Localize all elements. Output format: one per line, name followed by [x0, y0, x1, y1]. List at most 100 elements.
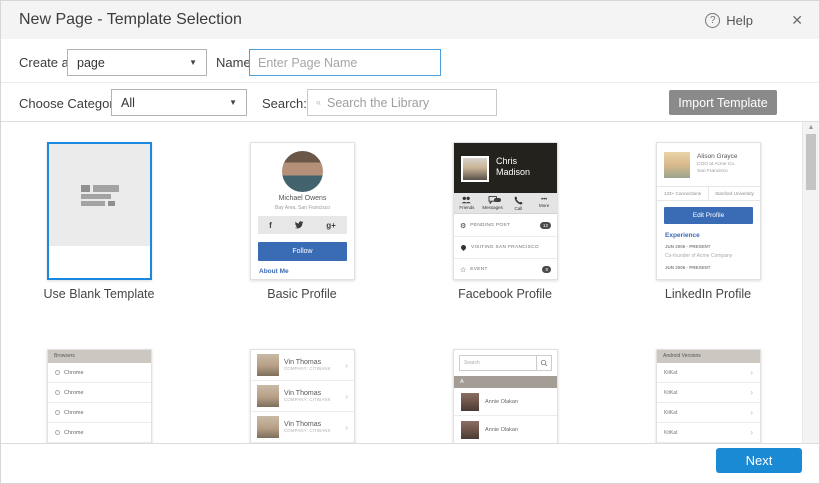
avatar: [257, 385, 279, 407]
facebook-action-bar: Friends Messages Call •••: [454, 193, 557, 214]
search-button: [536, 356, 551, 370]
chevron-right-icon: ›: [345, 423, 348, 432]
scrollbar-thumb[interactable]: [806, 134, 816, 190]
facebook-header: Chris Madison: [454, 143, 557, 193]
list-item: Vin Thomas COMPANY: CITIBANK ›: [251, 412, 354, 443]
template-grid: Use Blank Template Michael Owens Bay Are…: [1, 122, 803, 444]
list-item: Chrome: [48, 403, 151, 423]
list-item: Chrome: [48, 383, 151, 403]
list-item: Annie Olakan: [454, 416, 557, 444]
profile-name: Michael Owens: [251, 195, 354, 202]
chevron-right-icon: ›: [750, 388, 753, 397]
vertical-scrollbar[interactable]: ▲: [802, 122, 819, 444]
list-header: Browsers: [48, 350, 151, 363]
template-card-linkedin-profile[interactable]: Alison Grayce COO at Acme Co. San Franci…: [656, 142, 761, 280]
chevron-down-icon: ▼: [229, 98, 237, 107]
avatar: [461, 393, 479, 411]
linkedin-stats: 123+ Connections Stanford University: [657, 186, 760, 201]
import-template-button[interactable]: Import Template: [669, 90, 777, 115]
list-item: Vin Thomas COMPANY: CITIBANK ›: [251, 381, 354, 412]
list-item: Vin Thomas COMPANY: CITIBANK ›: [251, 350, 354, 381]
scroll-up-icon[interactable]: ▲: [803, 124, 819, 131]
choose-category-label: Choose Category:: [19, 96, 124, 111]
dialog-titlebar: New Page - Template Selection ? Help ✕: [1, 1, 819, 39]
list-item: KitKat ›: [657, 423, 760, 443]
text-lines-icon: [81, 183, 119, 208]
profile-subtitle: Bay Area, San Francisco: [251, 205, 354, 211]
avatar: [257, 354, 279, 376]
library-search-box: [307, 89, 497, 116]
social-bar: f g+: [258, 216, 347, 234]
search-icon: [316, 97, 321, 109]
search-icon: [540, 359, 548, 367]
more-icon: •••: [541, 198, 547, 202]
profile-title: COO at Acme Co.: [697, 162, 735, 167]
list-item: Chrome: [48, 363, 151, 383]
chevron-down-icon: ▼: [189, 58, 197, 67]
experience-heading: Experience: [665, 232, 700, 239]
template-card-basic-profile[interactable]: Michael Owens Bay Area, San Francisco f …: [250, 142, 355, 280]
twitter-icon: [294, 221, 304, 229]
edit-profile-button: Edit Profile: [664, 207, 753, 224]
chevron-right-icon: ›: [750, 368, 753, 377]
location-pin-icon: [460, 244, 467, 251]
avatar: [461, 156, 489, 182]
template-label-linkedin: LinkedIn Profile: [628, 287, 788, 301]
template-card-browsers[interactable]: Browsers Chrome Chrome Chrome Chrome: [47, 349, 152, 444]
event-row: ☆ EVENT 8: [454, 259, 557, 280]
next-button[interactable]: Next: [716, 448, 802, 473]
phone-icon: [514, 196, 523, 205]
radio-icon: [55, 430, 60, 435]
experience-date: JUN 2006 - PRESENT: [665, 265, 711, 270]
blank-thumbnail: [49, 144, 150, 246]
mini-search-box: Search: [459, 355, 552, 371]
section-header: A: [454, 376, 557, 388]
list-item: KitKat ›: [657, 403, 760, 423]
create-type-dropdown[interactable]: page ▼: [67, 49, 207, 76]
experience-date: JUN 2006 - PRESENT: [665, 244, 711, 249]
template-card-facebook-profile[interactable]: Chris Madison Friends Mess: [453, 142, 558, 280]
create-a-label: Create a: [19, 55, 69, 70]
pending-post-row: ⚙ PENDING POST 12: [454, 215, 557, 237]
template-card-search-list[interactable]: Search A Annie Olakan Annie Olakan: [453, 349, 558, 444]
list-item: KitKat ›: [657, 363, 760, 383]
template-card-android-versions[interactable]: Android Versions KitKat › KitKat › KitKa…: [656, 349, 761, 444]
radio-icon: [55, 370, 60, 375]
template-card-contact-list[interactable]: Vin Thomas COMPANY: CITIBANK › Vin Thoma…: [250, 349, 355, 444]
dialog-title: New Page - Template Selection: [19, 1, 242, 39]
filter-row: Choose Category: All ▼ Search: Import Te…: [1, 83, 819, 122]
help-button[interactable]: ? Help: [705, 1, 753, 39]
friends-icon: [461, 196, 472, 204]
radio-icon: [55, 410, 60, 415]
template-label-blank: Use Blank Template: [19, 287, 179, 301]
list-item: Annie Olakan: [454, 388, 557, 416]
template-label-facebook: Facebook Profile: [425, 287, 585, 301]
chevron-right-icon: ›: [750, 428, 753, 437]
page-name-input[interactable]: [249, 49, 441, 76]
connections-cell: 123+ Connections: [657, 187, 709, 200]
star-icon: ☆: [460, 266, 466, 274]
visiting-row: VISITING SAN FRANCISCO: [454, 237, 557, 259]
template-card-blank[interactable]: [47, 142, 152, 280]
chevron-right-icon: ›: [345, 392, 348, 401]
help-label: Help: [726, 13, 753, 28]
avatar: [257, 416, 279, 438]
create-type-value: page: [77, 56, 189, 70]
friends-action: Friends: [454, 193, 480, 213]
list-item: KitKat ›: [657, 383, 760, 403]
avatar: [282, 151, 323, 192]
category-dropdown[interactable]: All ▼: [111, 89, 247, 116]
avatar: [664, 152, 690, 178]
profile-location: San Francisco: [697, 169, 728, 174]
count-badge: 12: [540, 222, 551, 229]
profile-name: Alison Grayce: [697, 153, 737, 160]
list-item: Chrome: [48, 423, 151, 443]
avatar: [461, 421, 479, 439]
chevron-right-icon: ›: [345, 361, 348, 370]
close-icon[interactable]: ✕: [791, 1, 803, 39]
facebook-icon: f: [269, 221, 272, 230]
experience-role: Co-founder of Acme Company: [665, 253, 732, 259]
chevron-right-icon: ›: [750, 408, 753, 417]
messages-action: Messages: [480, 193, 506, 213]
library-search-input[interactable]: [327, 96, 488, 110]
